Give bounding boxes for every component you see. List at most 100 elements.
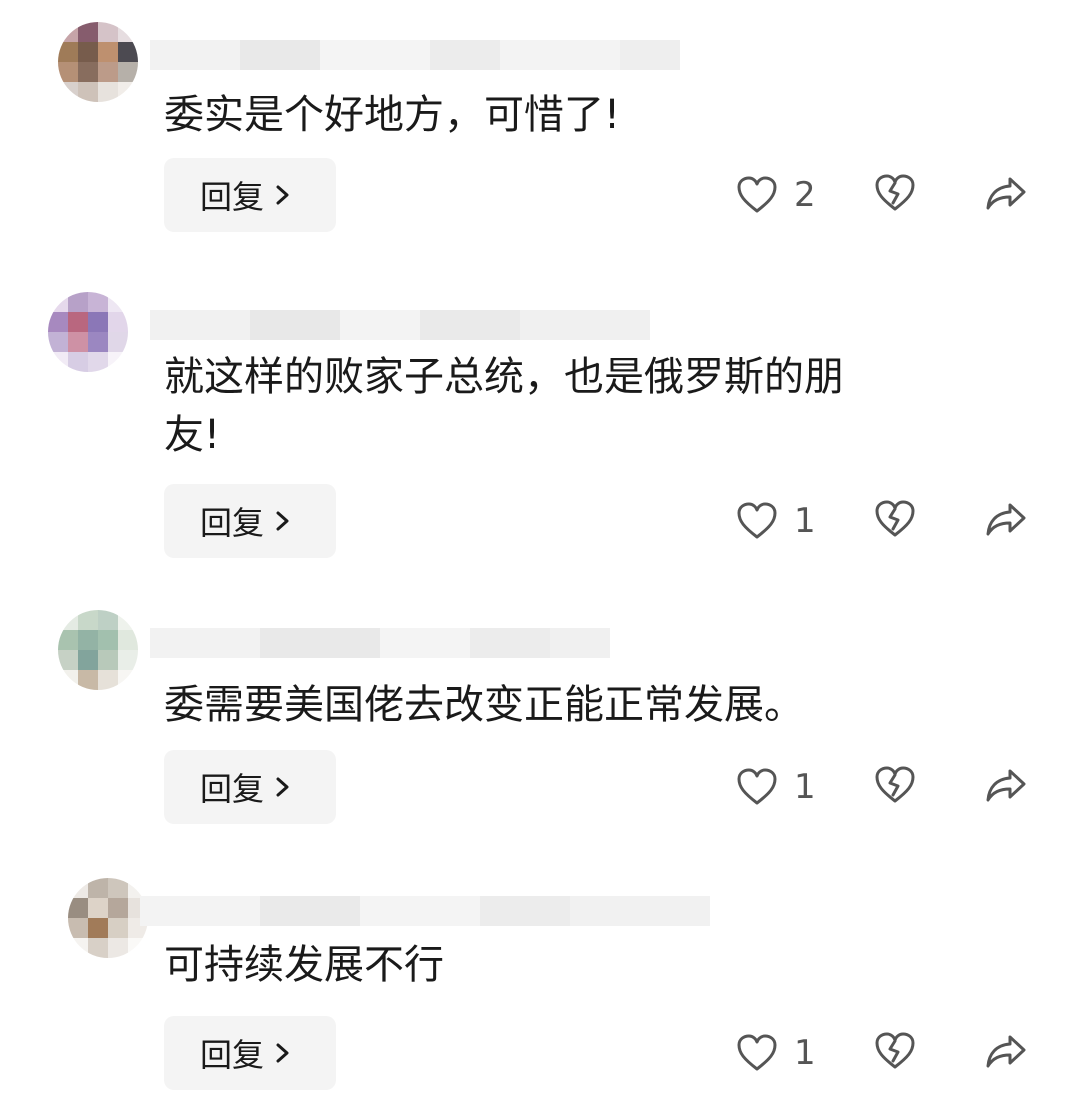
avatar-pixel bbox=[118, 22, 138, 42]
like-button[interactable]: 1 bbox=[736, 501, 822, 541]
avatar-pixel bbox=[48, 332, 68, 352]
avatar-pixel bbox=[108, 332, 128, 352]
avatar-pixel bbox=[108, 312, 128, 332]
avatar-pixel bbox=[68, 938, 88, 958]
username-blurred[interactable] bbox=[140, 896, 710, 926]
avatar-pixel bbox=[78, 650, 98, 670]
like-button[interactable]: 1 bbox=[736, 767, 822, 807]
share-icon bbox=[986, 503, 1026, 536]
avatar-pixel bbox=[108, 878, 128, 898]
reply-button[interactable]: 回复 bbox=[164, 750, 336, 824]
avatar-pixel bbox=[58, 22, 78, 42]
heart-icon bbox=[737, 176, 777, 213]
username-blurred[interactable] bbox=[150, 628, 610, 658]
avatar-pixel bbox=[58, 610, 78, 630]
avatar-pixel bbox=[78, 670, 98, 690]
avatar-pixel bbox=[78, 42, 98, 62]
avatar-pixel bbox=[58, 630, 78, 650]
avatar-pixel bbox=[68, 292, 88, 312]
heart-icon bbox=[737, 502, 777, 539]
like-button[interactable]: 1 bbox=[736, 1033, 822, 1073]
chevron-right-icon bbox=[276, 511, 289, 531]
avatar-pixel bbox=[78, 22, 98, 42]
broken-heart-icon bbox=[875, 766, 915, 803]
avatar-pixel bbox=[88, 878, 108, 898]
dislike-button[interactable] bbox=[874, 499, 916, 543]
avatar[interactable] bbox=[58, 22, 138, 102]
avatar-pixel bbox=[118, 610, 138, 630]
share-icon bbox=[986, 769, 1026, 802]
avatar-pixel bbox=[68, 352, 88, 372]
avatar-pixel bbox=[118, 82, 138, 102]
avatar-pixel bbox=[48, 352, 68, 372]
avatar-pixel bbox=[88, 352, 108, 372]
avatar-pixel bbox=[108, 292, 128, 312]
comment-text: 就这样的败家子总统，也是俄罗斯的朋 友! bbox=[164, 354, 844, 458]
avatar-pixel bbox=[98, 610, 118, 630]
like-button[interactable]: 2 bbox=[736, 175, 822, 215]
like-count: 1 bbox=[794, 1033, 816, 1073]
broken-heart-icon bbox=[875, 500, 915, 537]
avatar-pixel bbox=[88, 918, 108, 938]
comment-actions: 1 bbox=[736, 484, 1028, 558]
reply-label: 回复 bbox=[200, 1036, 265, 1074]
avatar[interactable] bbox=[48, 292, 128, 372]
avatar-pixel bbox=[88, 938, 108, 958]
share-button[interactable] bbox=[984, 499, 1028, 543]
comment-actions: 1 bbox=[736, 750, 1028, 824]
avatar-pixel bbox=[128, 938, 148, 958]
avatar-pixel bbox=[58, 62, 78, 82]
avatar-pixel bbox=[48, 312, 68, 332]
reply-button[interactable]: 回复 bbox=[164, 158, 336, 232]
avatar-pixel bbox=[78, 62, 98, 82]
comment-text: 委需要美国佬去改变正能正常发展。 bbox=[164, 682, 804, 728]
chevron-right-icon bbox=[276, 1043, 289, 1063]
avatar-pixel bbox=[128, 878, 148, 898]
avatar-pixel bbox=[108, 898, 128, 918]
reply-label: 回复 bbox=[200, 178, 265, 216]
chevron-right-icon bbox=[276, 777, 289, 797]
avatar-pixel bbox=[58, 82, 78, 102]
heart-icon bbox=[737, 768, 777, 805]
avatar[interactable] bbox=[58, 610, 138, 690]
avatar-pixel bbox=[118, 42, 138, 62]
avatar-pixel bbox=[118, 630, 138, 650]
like-count: 1 bbox=[794, 501, 816, 541]
dislike-button[interactable] bbox=[874, 1031, 916, 1075]
share-icon bbox=[986, 177, 1026, 210]
username-blurred[interactable] bbox=[150, 310, 650, 340]
reply-label: 回复 bbox=[200, 504, 265, 542]
share-button[interactable] bbox=[984, 173, 1028, 217]
avatar-pixel bbox=[88, 898, 108, 918]
broken-heart-icon bbox=[875, 1032, 915, 1069]
comment-text: 可持续发展不行 bbox=[164, 942, 444, 988]
comment-actions: 2 bbox=[736, 158, 1028, 232]
avatar-pixel bbox=[78, 610, 98, 630]
avatar-pixel bbox=[98, 670, 118, 690]
chevron-right-icon bbox=[276, 185, 289, 205]
avatar[interactable] bbox=[68, 878, 148, 958]
avatar-pixel bbox=[68, 878, 88, 898]
share-button[interactable] bbox=[984, 765, 1028, 809]
comment-text: 委实是个好地方，可惜了! bbox=[164, 92, 621, 138]
heart-icon bbox=[737, 1034, 777, 1071]
avatar-pixel bbox=[68, 918, 88, 938]
share-button[interactable] bbox=[984, 1031, 1028, 1075]
avatar-pixel bbox=[98, 22, 118, 42]
avatar-pixel bbox=[88, 292, 108, 312]
reply-button[interactable]: 回复 bbox=[164, 1016, 336, 1090]
dislike-button[interactable] bbox=[874, 173, 916, 217]
avatar-pixel bbox=[58, 670, 78, 690]
avatar-pixel bbox=[88, 332, 108, 352]
comment-actions: 1 bbox=[736, 1016, 1028, 1090]
reply-label: 回复 bbox=[200, 770, 265, 808]
avatar-pixel bbox=[108, 918, 128, 938]
avatar-pixel bbox=[68, 312, 88, 332]
avatar-pixel bbox=[118, 670, 138, 690]
avatar-pixel bbox=[88, 312, 108, 332]
share-icon bbox=[986, 1035, 1026, 1068]
reply-button[interactable]: 回复 bbox=[164, 484, 336, 558]
dislike-button[interactable] bbox=[874, 765, 916, 809]
avatar-pixel bbox=[78, 630, 98, 650]
username-blurred[interactable] bbox=[150, 40, 680, 70]
